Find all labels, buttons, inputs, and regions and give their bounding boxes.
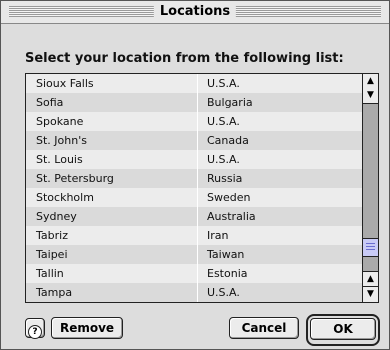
title-bar[interactable]: Locations xyxy=(1,1,389,24)
cancel-button[interactable]: Cancel xyxy=(229,317,299,339)
scroll-thumb[interactable] xyxy=(363,238,378,257)
list-item[interactable]: St. Petersburg Russia xyxy=(26,169,362,188)
help-question-icon: ? xyxy=(28,325,42,339)
list-item[interactable]: Tabriz Iran xyxy=(26,226,362,245)
locations-rows: Sioux Falls U.S.A. Sofia Bulgaria Spokane U.S… xyxy=(26,74,362,302)
country-name: U.S.A. xyxy=(207,286,240,299)
country-name: Canada xyxy=(207,134,249,147)
city-name: Sioux Falls xyxy=(36,77,94,90)
list-item[interactable]: Tampa U.S.A. xyxy=(26,283,362,302)
country-name: U.S.A. xyxy=(207,115,240,128)
thumb-grip-icon xyxy=(366,243,375,244)
country-name: Australia xyxy=(207,210,256,223)
list-item[interactable]: Sofia Bulgaria xyxy=(26,93,362,112)
thumb-grip-icon xyxy=(366,246,375,247)
list-item[interactable]: Taipei Taiwan xyxy=(26,245,362,264)
country-name: U.S.A. xyxy=(207,153,240,166)
instruction-text: Select your location from the following … xyxy=(25,51,344,66)
city-name: Tallin xyxy=(36,267,64,280)
city-name: Spokane xyxy=(36,115,84,128)
country-name: Sweden xyxy=(207,191,251,204)
city-name: Sydney xyxy=(36,210,77,223)
list-item[interactable]: St. John's Canada xyxy=(26,131,362,150)
city-name: St. Petersburg xyxy=(36,172,114,185)
scroll-track[interactable] xyxy=(363,105,378,255)
city-name: Sofia xyxy=(36,96,64,109)
list-item[interactable]: Tallin Estonia xyxy=(26,264,362,283)
locations-list[interactable]: Sioux Falls U.S.A. Sofia Bulgaria Spokane U.S… xyxy=(25,73,379,303)
remove-button[interactable]: Remove xyxy=(51,317,123,339)
city-name: St. Louis xyxy=(36,153,83,166)
list-scrollbar[interactable]: ▲ ▼ ▲ ▼ xyxy=(362,74,378,302)
ok-button[interactable]: OK xyxy=(310,318,376,340)
thumb-grip-icon xyxy=(366,249,375,250)
city-name: Stockholm xyxy=(36,191,94,204)
scroll-up-arrow-icon[interactable]: ▲ xyxy=(363,271,378,287)
dialog-title: Locations xyxy=(153,3,237,21)
list-item[interactable]: Stockholm Sweden xyxy=(26,188,362,207)
locations-dialog: Locations Select your location from the … xyxy=(0,0,390,350)
scroll-down-arrow-icon[interactable]: ▼ xyxy=(363,286,378,302)
scroll-down-arrow-icon[interactable]: ▼ xyxy=(363,88,378,104)
column-divider xyxy=(197,74,198,302)
country-name: Estonia xyxy=(207,267,248,280)
list-item[interactable]: Sydney Australia xyxy=(26,207,362,226)
help-button[interactable]: ? xyxy=(25,318,45,339)
country-name: Russia xyxy=(207,172,243,185)
list-item[interactable]: Spokane U.S.A. xyxy=(26,112,362,131)
list-item[interactable]: St. Louis U.S.A. xyxy=(26,150,362,169)
country-name: Iran xyxy=(207,229,229,242)
country-name: Bulgaria xyxy=(207,96,253,109)
city-name: Tampa xyxy=(36,286,73,299)
city-name: St. John's xyxy=(36,134,87,147)
country-name: Taiwan xyxy=(207,248,245,261)
city-name: Taipei xyxy=(36,248,68,261)
city-name: Tabriz xyxy=(36,229,68,242)
country-name: U.S.A. xyxy=(207,77,240,90)
list-item[interactable]: Sioux Falls U.S.A. xyxy=(26,74,362,93)
